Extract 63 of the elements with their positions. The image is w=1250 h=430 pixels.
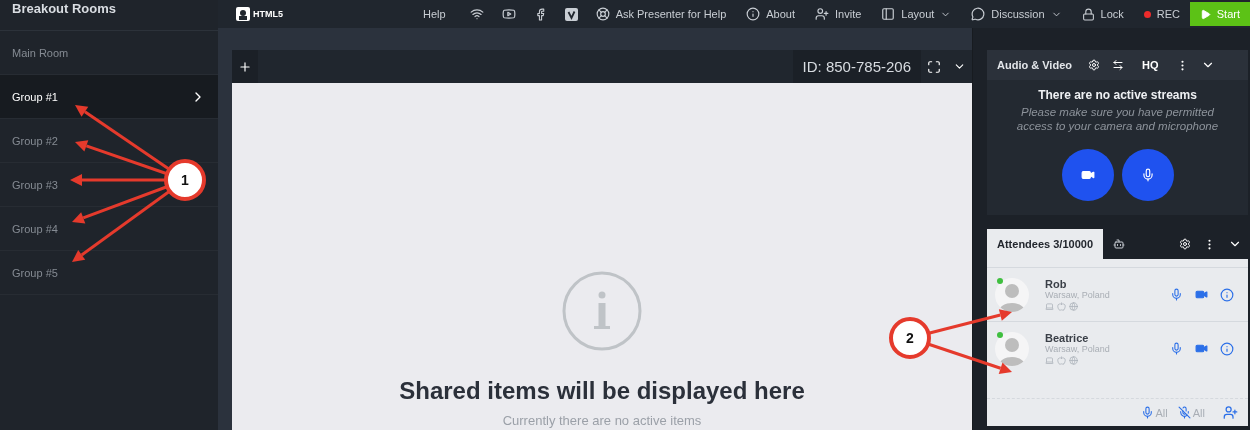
attendees-tab[interactable]: Attendees 3/10000 bbox=[987, 229, 1103, 259]
layout-icon bbox=[881, 7, 896, 21]
chat-bubble-icon bbox=[971, 7, 986, 21]
logo-icon bbox=[236, 7, 250, 21]
attendee-location: Warsaw, Poland bbox=[1045, 290, 1111, 300]
user-plus-icon bbox=[815, 7, 830, 21]
room-item[interactable]: Group #1 bbox=[0, 75, 218, 119]
info-icon bbox=[1220, 341, 1234, 356]
empty-subtitle: Currently there are no active items bbox=[502, 413, 702, 428]
help-link[interactable]: Help bbox=[423, 8, 446, 20]
info-icon bbox=[1220, 287, 1234, 302]
no-streams-message: There are no active streams bbox=[1038, 88, 1197, 102]
globe-icon bbox=[1069, 302, 1078, 311]
gear-icon bbox=[1179, 238, 1191, 250]
user-plus-icon bbox=[1223, 405, 1238, 420]
youtube-icon[interactable] bbox=[501, 7, 516, 21]
add-attendee-button[interactable] bbox=[1223, 405, 1238, 420]
attendee-location: Warsaw, Poland bbox=[1045, 344, 1111, 354]
avatar bbox=[995, 331, 1029, 366]
microphone-icon bbox=[1170, 342, 1183, 355]
record-dot-icon bbox=[1143, 10, 1151, 18]
laptop-icon bbox=[1045, 356, 1054, 365]
video-camera-icon bbox=[1195, 288, 1208, 301]
lifebuoy-icon bbox=[595, 7, 610, 21]
vimeo-icon[interactable] bbox=[564, 7, 578, 21]
swap-arrows-icon bbox=[1111, 59, 1124, 71]
microphone-button[interactable] bbox=[1121, 149, 1174, 201]
robot-icon bbox=[1113, 238, 1125, 250]
microphone-icon bbox=[1140, 406, 1154, 419]
meeting-id: ID: 850-785-206 bbox=[792, 50, 921, 83]
add-button[interactable] bbox=[232, 50, 258, 83]
avatar bbox=[995, 277, 1029, 312]
attendee-name: Rob bbox=[1045, 278, 1068, 290]
rec-button[interactable]: REC bbox=[1143, 8, 1181, 20]
wifi-icon[interactable] bbox=[469, 7, 484, 21]
video-camera-icon bbox=[1195, 342, 1208, 355]
attendee-name: Beatrice bbox=[1045, 332, 1090, 344]
fullscreen-icon bbox=[927, 59, 941, 74]
camera-button[interactable] bbox=[1061, 149, 1114, 201]
permission-hint: Please make sure you have permitted access to your camera and microphone bbox=[1015, 105, 1220, 133]
laptop-icon bbox=[1045, 302, 1054, 311]
info-icon bbox=[562, 271, 642, 351]
quality-button[interactable]: HQ bbox=[1135, 50, 1165, 80]
apple-icon bbox=[1057, 302, 1066, 311]
lock-button[interactable]: Lock bbox=[1081, 7, 1124, 21]
logo-text: HTML5 bbox=[253, 9, 283, 19]
lock-icon bbox=[1081, 7, 1095, 21]
invite-link[interactable]: Invite bbox=[815, 7, 862, 21]
video-camera-icon bbox=[1080, 168, 1095, 182]
ask-presenter-link[interactable]: Ask Presenter for Help bbox=[595, 7, 727, 21]
info-icon bbox=[746, 7, 761, 21]
empty-title: Shared items will be displayed here bbox=[399, 377, 805, 405]
gear-icon bbox=[1087, 59, 1100, 71]
apple-icon bbox=[1057, 356, 1066, 365]
discussion-menu[interactable]: Discussion bbox=[971, 7, 1062, 21]
microphone-icon bbox=[1140, 168, 1155, 182]
panel-title: Audio & Video bbox=[997, 59, 1072, 71]
microphone-off-icon bbox=[1177, 406, 1191, 419]
about-link[interactable]: About bbox=[746, 7, 796, 21]
microphone-icon bbox=[1170, 288, 1183, 301]
play-icon bbox=[1199, 8, 1211, 20]
layout-menu[interactable]: Layout bbox=[881, 7, 952, 21]
globe-icon bbox=[1069, 356, 1078, 365]
